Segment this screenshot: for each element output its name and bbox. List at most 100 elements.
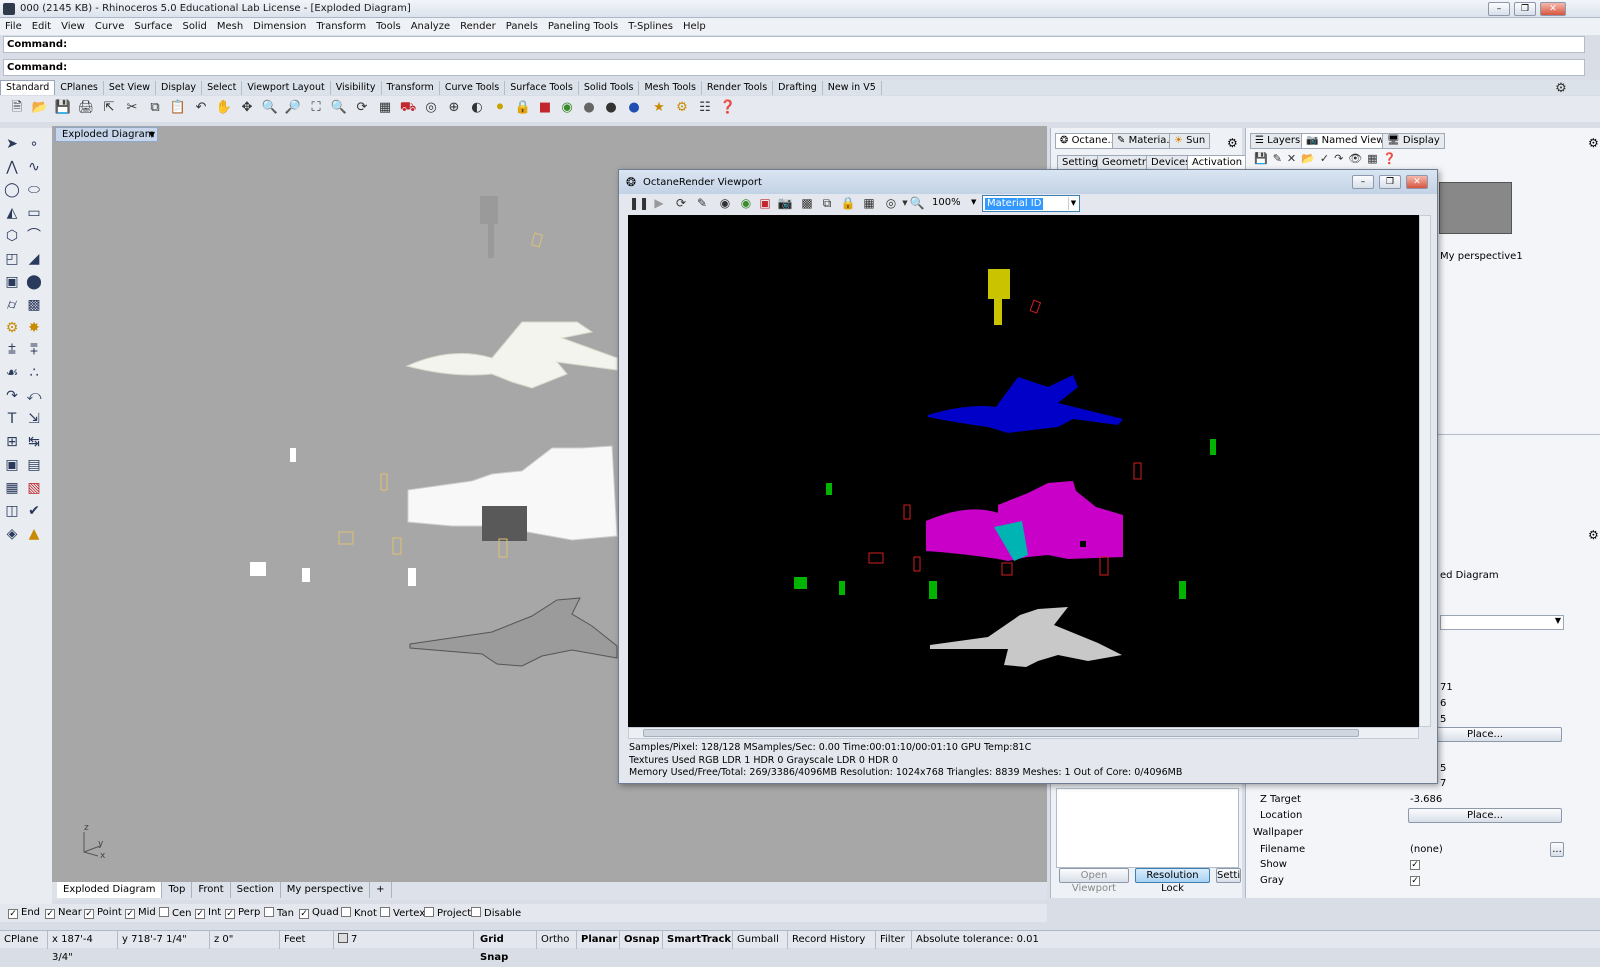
polygon-icon[interactable]: ⬡ (2, 226, 22, 246)
eye-icon[interactable]: 👁 (1348, 152, 1367, 165)
polyline-icon[interactable]: ⋀ (2, 157, 22, 177)
split-icon[interactable]: ⩱ (24, 340, 44, 360)
tab-standard[interactable]: Standard (0, 80, 56, 95)
osnap-tan-checkbox[interactable] (264, 907, 274, 917)
osnap-cen-checkbox[interactable] (159, 907, 169, 917)
menu-panels[interactable]: Panels (501, 18, 543, 35)
toolbar-settings-gear-icon[interactable]: ⚙ (1552, 80, 1570, 98)
rotate-view-icon[interactable]: ⟳ (353, 99, 371, 117)
menu-t-splines[interactable]: T-Splines (623, 18, 678, 35)
grid-array-icon[interactable]: ▦ (2, 478, 22, 498)
panel-settings-gear-icon[interactable]: ⚙ (1227, 136, 1238, 150)
octane-lock-icon[interactable]: 🔒 (840, 195, 856, 211)
color-picker-icon[interactable]: ◉ (738, 195, 754, 211)
move-view-icon[interactable]: ✥ (238, 99, 256, 117)
viewport-tab-top[interactable]: Top (162, 882, 193, 898)
select-arrow-icon[interactable]: ➤ (2, 134, 22, 154)
viewport-menu-chevron-down-icon[interactable]: ▼ (149, 128, 155, 141)
osnap-end-checkbox[interactable]: ✓ (8, 909, 18, 919)
z-target-value[interactable]: -3.686 (1410, 794, 1442, 806)
octane-render-canvas[interactable] (628, 215, 1419, 727)
osnap-point-checkbox[interactable]: ✓ (84, 909, 94, 919)
osnap-end[interactable]: ✓ End (8, 907, 40, 919)
tab-drafting[interactable]: Drafting (773, 81, 823, 95)
blue-sphere-icon[interactable]: ● (625, 99, 643, 117)
undo-icon[interactable]: ↶ (192, 99, 210, 117)
print-icon[interactable]: 🖨 (77, 99, 95, 117)
octane-close-button[interactable]: ✕ (1406, 175, 1428, 189)
minimize-button[interactable]: – (1488, 2, 1510, 16)
arc-icon[interactable]: ◭ (2, 203, 22, 223)
osnap-quad[interactable]: ✓ Quad (299, 907, 339, 919)
grid-icon[interactable]: ▦ (376, 99, 394, 117)
paste-icon[interactable]: 📋 (169, 99, 187, 117)
viewport-title-tab[interactable]: Exploded Diagram ▼ (55, 127, 158, 142)
status-ortho[interactable]: Ortho (537, 931, 577, 949)
render-mode-chevron-down-icon[interactable]: ▼ (1068, 197, 1078, 210)
menu-help[interactable]: Help (678, 18, 711, 35)
osnap-disable[interactable]: Disable (471, 907, 521, 920)
car-icon[interactable]: ⛟ (399, 99, 417, 117)
surface-icon[interactable]: ◰ (2, 249, 22, 269)
menu-file[interactable]: File (0, 18, 27, 35)
osnap-vertex[interactable]: Vertex (380, 907, 425, 920)
panel-tab-materials[interactable]: ✎ Materia.. (1112, 133, 1178, 149)
command-input[interactable]: Command: (3, 59, 1585, 76)
status-planar[interactable]: Planar (577, 931, 620, 949)
fillet-curve-icon[interactable]: ⌒ (24, 226, 44, 246)
projection-select[interactable]: ▼ (1440, 615, 1564, 630)
panel-tab-sun[interactable]: ☀ Sun (1169, 133, 1211, 149)
checkmark-tool-icon[interactable]: ✔ (24, 501, 44, 521)
osnap-project-checkbox[interactable] (424, 907, 434, 917)
right-panel-settings-gear-icon[interactable]: ⚙ (1588, 136, 1599, 150)
light-bulb-icon[interactable]: ⚫ (491, 99, 509, 117)
settings-button[interactable]: Setti (1216, 868, 1241, 883)
sphere-solid-icon[interactable]: ⬤ (24, 272, 44, 292)
save-icon[interactable]: 💾 (54, 99, 72, 117)
osnap-quad-checkbox[interactable]: ✓ (299, 909, 309, 919)
osnap-near-checkbox[interactable]: ✓ (45, 909, 55, 919)
new-file-icon[interactable]: 🗎 (8, 99, 26, 117)
scale-icon[interactable]: ⇲ (24, 409, 44, 429)
viewport-tab-my-perspective[interactable]: My perspective (281, 882, 371, 898)
panel-tab-display[interactable]: 🖥 Display (1382, 133, 1445, 149)
viewport-tab-front[interactable]: Front (192, 882, 231, 898)
octane-window-titlebar[interactable]: ❂ OctaneRender Viewport – ❐ ✕ (619, 170, 1437, 194)
copy-image-icon[interactable]: ⧉ (819, 195, 835, 211)
cylinder-icon[interactable]: ⌭ (2, 295, 22, 315)
region-icon[interactable]: ▩ (799, 195, 815, 211)
octane-horizontal-scrollbar[interactable] (628, 727, 1419, 739)
copy-icon[interactable]: ⧉ (146, 99, 164, 117)
tab-transform[interactable]: Transform (382, 81, 440, 95)
group-icon[interactable]: ☙ (2, 363, 22, 383)
camera-icon[interactable]: ◉ (717, 195, 733, 211)
play-icon[interactable]: ▶ (651, 195, 667, 211)
menu-edit[interactable]: Edit (27, 18, 56, 35)
osnap-tan[interactable]: Tan (264, 907, 294, 920)
osnap-int[interactable]: ✓ Int (195, 907, 221, 919)
osnap-perp-checkbox[interactable]: ✓ (225, 909, 235, 919)
gray-checkbox-box[interactable]: ✓ (1410, 876, 1420, 886)
osnap-knot-checkbox[interactable] (341, 907, 351, 917)
zoom-extents-icon[interactable]: ⛶ (307, 99, 325, 117)
menu-mesh[interactable]: Mesh (212, 18, 248, 35)
offset-icon[interactable]: ⤺ (24, 386, 44, 406)
curve-icon[interactable]: ∿ (24, 157, 44, 177)
pan-hand-icon[interactable]: ✋ (215, 99, 233, 117)
viewport-grid-icon[interactable]: ▦ (861, 195, 877, 211)
color-wheel-icon[interactable]: ◉ (558, 99, 576, 117)
circle-icon[interactable]: ◯ (2, 180, 22, 200)
fillet-edge-icon[interactable]: ↷ (2, 386, 22, 406)
octane-vertical-scrollbar[interactable] (1419, 215, 1431, 727)
array-icon[interactable]: ⊞ (2, 432, 22, 452)
projection-chevron-down-icon[interactable]: ▼ (1555, 616, 1561, 625)
zoom-icon[interactable]: 🔍 (261, 99, 279, 117)
menu-surface[interactable]: Surface (129, 18, 177, 35)
cut-icon[interactable]: ✂ (123, 99, 141, 117)
osnap-point[interactable]: ✓ Point (84, 907, 122, 919)
analyze-icon[interactable]: ▧ (24, 478, 44, 498)
layer-icon[interactable]: ■ (536, 99, 554, 117)
ghost-icon[interactable]: ◐ (468, 99, 486, 117)
view-thumbnail[interactable] (1439, 182, 1512, 234)
tab-render-tools[interactable]: Render Tools (702, 81, 774, 95)
